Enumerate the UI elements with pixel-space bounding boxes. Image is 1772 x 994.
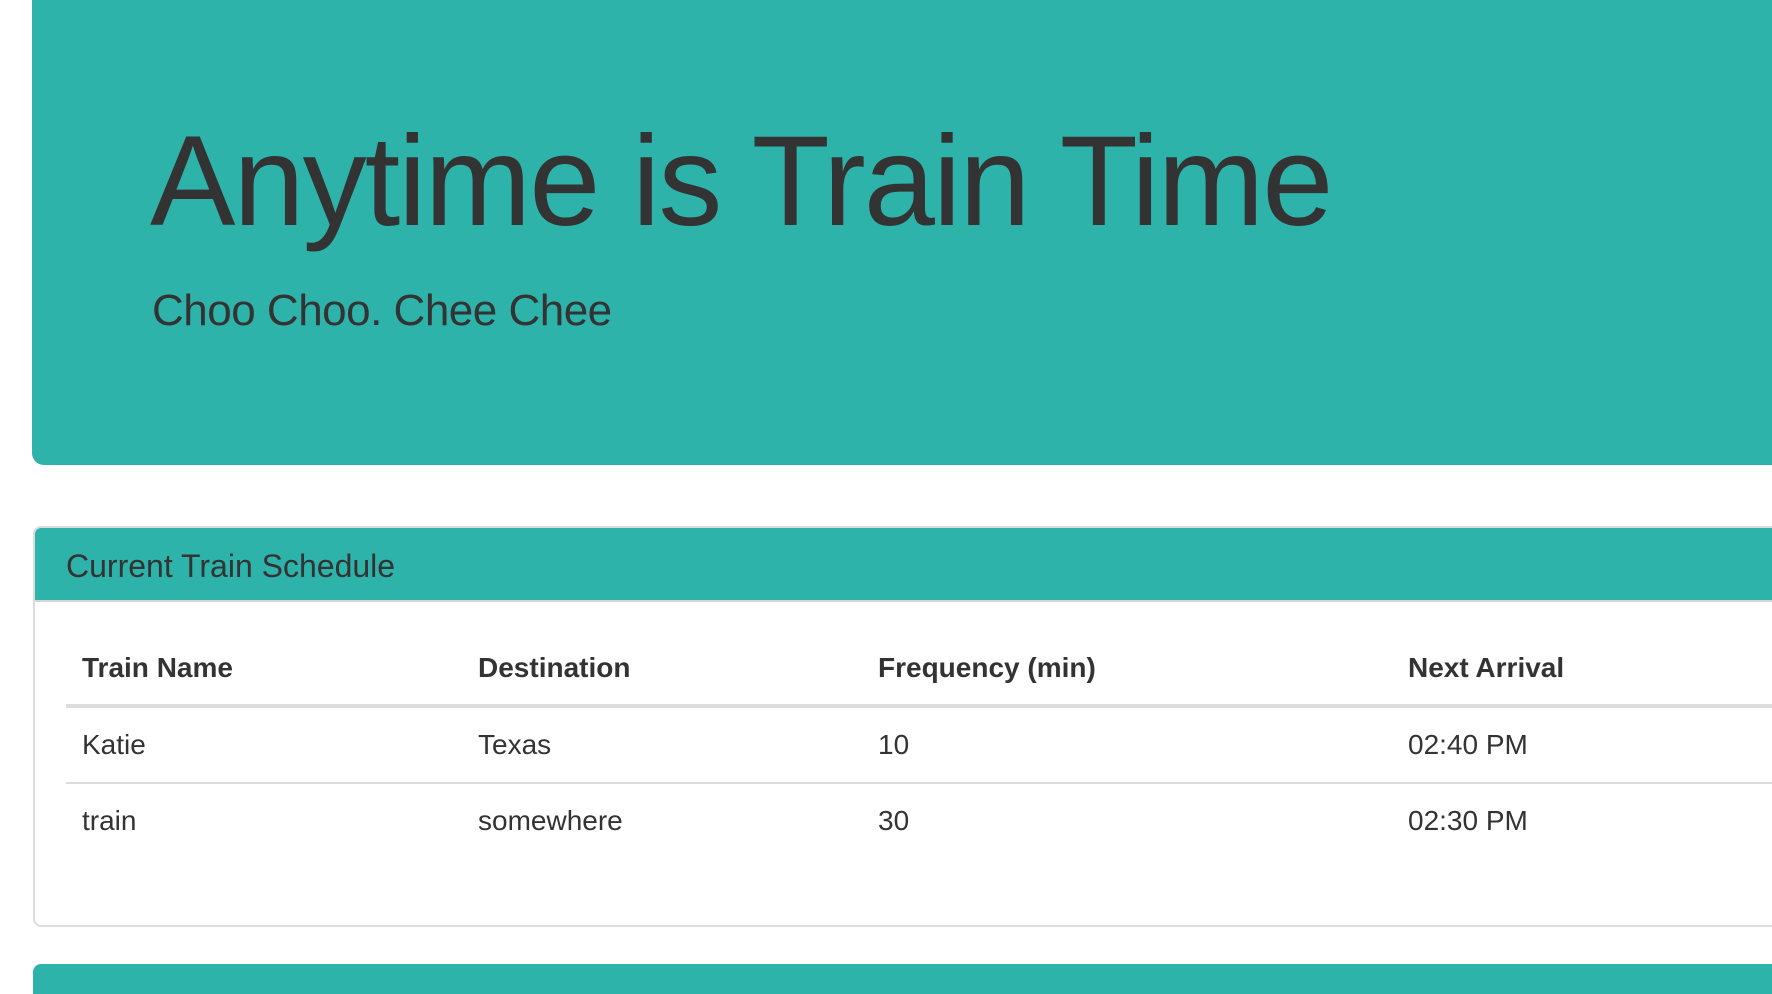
cell-next-arrival: 02:40 PM bbox=[1392, 706, 1772, 784]
cell-frequency: 10 bbox=[862, 706, 1392, 784]
table-row: Katie Texas 10 02:40 PM bbox=[66, 706, 1772, 784]
schedule-table: Train Name Destination Frequency (min) N… bbox=[66, 632, 1772, 858]
cell-next-arrival: 02:30 PM bbox=[1408, 805, 1528, 836]
schedule-panel-heading: Current Train Schedule bbox=[35, 528, 1772, 602]
table-header-row: Train Name Destination Frequency (min) N… bbox=[66, 632, 1772, 708]
column-header-train-name: Train Name bbox=[66, 632, 462, 708]
page-subtitle: Choo Choo. Chee Chee bbox=[152, 286, 612, 335]
jumbotron-header: Anytime is Train Time Choo Choo. Chee Ch… bbox=[32, 0, 1772, 465]
column-header-frequency: Frequency (min) bbox=[862, 632, 1392, 708]
add-train-panel-heading bbox=[33, 964, 1772, 994]
schedule-panel: Current Train Schedule Train Name Destin… bbox=[33, 526, 1772, 927]
cell-train-name: Katie bbox=[66, 706, 462, 784]
cell-frequency: 30 bbox=[878, 805, 910, 836]
column-header-destination: Destination bbox=[462, 632, 862, 708]
page-title: Anytime is Train Time bbox=[150, 110, 1333, 253]
schedule-panel-title: Current Train Schedule bbox=[66, 548, 396, 584]
column-header-next-arrival: Next Arrival bbox=[1392, 632, 1772, 708]
table-row: train somewhere 30 02:30 PM bbox=[66, 783, 1772, 858]
cell-train-name: train bbox=[82, 805, 137, 836]
cell-destination: somewhere bbox=[478, 805, 623, 836]
cell-destination: Texas bbox=[462, 706, 862, 784]
